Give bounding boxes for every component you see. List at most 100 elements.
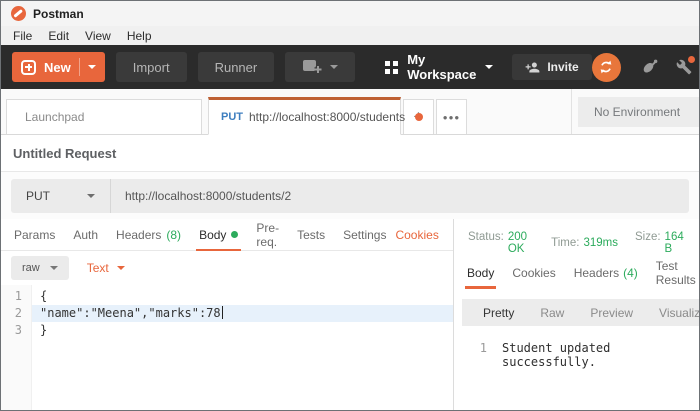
environment-label: No Environment <box>594 105 680 119</box>
menu-view[interactable]: View <box>77 29 119 43</box>
view-visualize[interactable]: Visualize <box>646 306 699 320</box>
body-mode-row: raw Text <box>1 251 453 285</box>
url-input[interactable]: http://localhost:8000/students/2 <box>111 189 291 203</box>
response-headers-count: (4) <box>623 266 638 280</box>
request-title: Untitled Request <box>13 146 116 161</box>
chevron-down-icon <box>117 266 125 270</box>
response-tab-cookies[interactable]: Cookies <box>503 257 564 289</box>
view-raw[interactable]: Raw <box>527 306 577 320</box>
settings-button[interactable] <box>676 59 692 75</box>
chevron-down-icon <box>50 266 58 270</box>
window-title: Postman <box>33 7 84 21</box>
response-status-row: Status: 200 OK Time: 319ms Size: 164 B <box>454 219 699 255</box>
method-dropdown[interactable]: PUT <box>11 179 111 213</box>
chevron-down-icon <box>485 65 493 69</box>
code-line: } <box>32 322 453 339</box>
ellipsis-icon: ●●● <box>443 113 461 122</box>
view-pretty[interactable]: Pretty <box>470 306 527 320</box>
main-split: Params Auth Headers(8) Body Pre-req. Tes… <box>1 219 699 410</box>
tab-active-request[interactable]: PUT http://localhost:8000/students <box>208 97 401 135</box>
status-badge: Status: 200 OK <box>468 231 534 255</box>
request-title-bar: Untitled Request <box>1 135 699 172</box>
tab-settings[interactable]: Settings <box>334 219 395 250</box>
workspace-grid-icon <box>385 61 398 74</box>
runner-button[interactable]: Runner <box>198 52 275 82</box>
method-label: PUT <box>26 189 50 203</box>
environment-selector[interactable]: No Environment <box>578 97 699 127</box>
response-text: Student updated successfully. <box>502 341 699 369</box>
person-add-icon <box>525 61 540 74</box>
response-view-bar: Pretty Raw Preview Visualize <box>462 299 699 326</box>
invite-button[interactable]: Invite <box>512 54 591 80</box>
notification-dot <box>688 56 695 63</box>
menu-file[interactable]: File <box>5 29 40 43</box>
toolbar-right-icons: ♥ <box>592 53 700 82</box>
request-tab-bar: Launchpad PUT http://localhost:8000/stud… <box>1 89 699 135</box>
sync-icon <box>598 59 614 75</box>
satellite-icon <box>641 58 659 76</box>
line-number: 2 <box>1 305 31 322</box>
code-line: { <box>32 288 453 305</box>
body-mode-dropdown[interactable]: raw <box>11 256 69 280</box>
menu-help[interactable]: Help <box>119 29 160 43</box>
menu-bar: File Edit View Help <box>1 26 699 45</box>
new-button-label: New <box>44 60 71 75</box>
tab-headers[interactable]: Headers(8) <box>107 219 190 250</box>
chevron-down-icon[interactable] <box>88 65 96 69</box>
runner-button-label: Runner <box>215 60 258 75</box>
chevron-down-icon <box>330 65 338 69</box>
cookies-link[interactable]: Cookies <box>395 228 438 242</box>
editor-code-area[interactable]: { "name":"Meena","marks":78 } <box>32 285 453 410</box>
new-window-button[interactable] <box>285 52 355 82</box>
tab-params[interactable]: Params <box>5 219 64 250</box>
response-tab-body[interactable]: Body <box>458 257 503 289</box>
request-tabs: Params Auth Headers(8) Body Pre-req. Tes… <box>1 219 453 251</box>
import-button-label: Import <box>133 60 170 75</box>
headers-count: (8) <box>166 228 181 242</box>
body-format-label: Text <box>87 261 109 275</box>
environment-area: No Environment <box>571 89 699 134</box>
tab-tests[interactable]: Tests <box>288 219 334 250</box>
capture-requests-button[interactable] <box>641 58 659 76</box>
main-toolbar: New Import Runner My Workspace <box>1 45 699 89</box>
postman-logo-icon <box>11 6 26 21</box>
tab-url-label: http://localhost:8000/students <box>249 110 405 124</box>
tab-launchpad[interactable]: Launchpad <box>6 99 202 134</box>
sync-button[interactable] <box>592 53 621 82</box>
tab-pre-request[interactable]: Pre-req. <box>247 219 288 250</box>
line-number: 3 <box>1 322 31 339</box>
postman-window: Postman File Edit View Help New Import R… <box>0 0 700 411</box>
request-builder: PUT http://localhost:8000/students/2 <box>1 172 699 219</box>
code-line-active: "name":"Meena","marks":78 <box>32 305 453 322</box>
response-panel: Status: 200 OK Time: 319ms Size: 164 B B… <box>454 219 699 410</box>
body-editor[interactable]: 1 2 3 { "name":"Meena","marks":78 } <box>1 285 453 410</box>
response-tabs: Body Cookies Headers(4) Test Results <box>454 257 699 289</box>
tab-body[interactable]: Body <box>190 219 247 250</box>
workspace-label: My Workspace <box>407 52 476 82</box>
response-line-number: 1 <box>454 341 502 369</box>
response-body: 1 Student updated successfully. <box>454 341 699 369</box>
button-divider <box>79 58 80 76</box>
chevron-down-icon <box>87 194 95 198</box>
body-format-dropdown[interactable]: Text <box>87 261 125 275</box>
view-preview[interactable]: Preview <box>577 306 646 320</box>
tab-options-button[interactable]: ●●● <box>436 99 467 134</box>
line-number: 1 <box>1 288 31 305</box>
url-bar: PUT http://localhost:8000/students/2 <box>11 179 689 213</box>
time-badge: Time: 319ms <box>551 237 618 249</box>
workspace-selector[interactable]: My Workspace <box>385 52 493 82</box>
request-panel: Params Auth Headers(8) Body Pre-req. Tes… <box>1 219 454 410</box>
launchpad-tab-label: Launchpad <box>25 110 84 124</box>
invite-button-label: Invite <box>547 60 578 74</box>
title-bar: Postman <box>1 1 699 26</box>
response-tab-test-results[interactable]: Test Results <box>647 257 699 289</box>
new-window-icon <box>302 59 322 75</box>
plus-icon <box>21 60 36 75</box>
editor-gutter: 1 2 3 <box>1 285 32 410</box>
tab-auth[interactable]: Auth <box>64 219 107 250</box>
import-button[interactable]: Import <box>116 52 187 82</box>
body-filled-dot-icon <box>231 231 238 238</box>
new-button[interactable]: New <box>12 52 105 82</box>
response-tab-headers[interactable]: Headers(4) <box>565 257 647 289</box>
menu-edit[interactable]: Edit <box>40 29 77 43</box>
